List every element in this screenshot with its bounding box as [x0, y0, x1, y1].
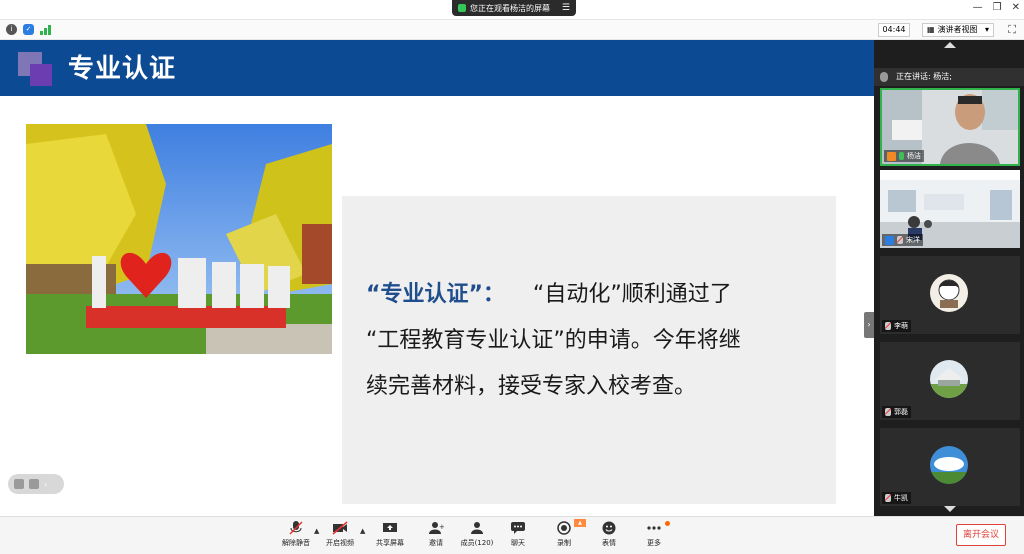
camera-off-icon: [332, 521, 348, 535]
participant-icon: [885, 235, 894, 245]
share-status-icon: [458, 4, 466, 12]
screen-share-indicator[interactable]: 您正在观看杨洁的屏幕 ☰: [452, 0, 576, 16]
quote-panel: “专业认证”： “自动化”顺利通过了 “工程教育专业认证”的申请。今年将继 续完…: [342, 196, 836, 504]
video-tile-host[interactable]: 杨洁: [880, 88, 1020, 166]
signal-icon[interactable]: [40, 24, 52, 35]
meeting-toolbar: 解除静音 ▲ 开启视频 ▲ 共享屏幕 + 邀请 成员(120) 聊天 录制 ▲ …: [0, 516, 1024, 554]
participant-name: 牛凯: [894, 494, 908, 502]
video-tile[interactable]: 宋洋: [880, 170, 1020, 248]
decor-square: [30, 64, 52, 86]
participant-label: 郭磊: [882, 406, 911, 418]
quote-line-2: “工程教育专业认证”的申请。今年将继: [366, 328, 741, 353]
panel-collapse-toggle[interactable]: ›: [864, 312, 874, 338]
slide-title: 专业认证: [68, 54, 177, 84]
leave-meeting-button[interactable]: 离开会议: [956, 524, 1006, 546]
microphone-icon: [880, 72, 888, 82]
notification-dot: [665, 521, 670, 526]
chat-icon: [510, 521, 526, 535]
active-speaker-label: 正在讲话: 杨洁;: [896, 72, 952, 81]
annotate-icon[interactable]: [14, 479, 24, 489]
share-screen-icon: [382, 521, 398, 535]
share-menu-icon[interactable]: ☰: [562, 3, 570, 13]
info-icon[interactable]: i: [6, 24, 17, 35]
chevron-left-icon[interactable]: ‹: [44, 480, 47, 489]
svg-text:+: +: [439, 523, 444, 531]
share-notice-text: 您正在观看杨洁的屏幕: [470, 3, 550, 13]
more-button[interactable]: 更多: [632, 521, 676, 553]
participant-label: 杨洁: [884, 150, 924, 162]
avatar-tile[interactable]: 李萌: [880, 256, 1020, 334]
participant-label: 李萌: [882, 320, 911, 332]
participant-name: 宋洋: [906, 236, 920, 244]
start-video-label: 开启视频: [326, 539, 354, 547]
invite-label: 邀请: [429, 539, 443, 547]
avatar: [930, 446, 968, 484]
avatar: [930, 274, 968, 312]
grid-icon: ▦: [927, 25, 935, 34]
avatar-tile[interactable]: 牛凯: [880, 428, 1020, 506]
quote-line-1: “自动化”顺利通过了: [532, 282, 732, 307]
chevron-down-icon: ▾: [984, 25, 989, 34]
quote-text: “专业认证”： “自动化”顺利通过了 “工程教育专业认证”的申请。今年将继 续完…: [366, 272, 816, 410]
reactions-button[interactable]: 表情: [587, 521, 631, 553]
window-controls: — ❐ ✕: [973, 2, 1020, 13]
active-speaker-bar: 正在讲话: 杨洁;: [874, 68, 1024, 86]
members-icon: [469, 521, 485, 535]
participants-panel: 正在讲话: 杨洁; 杨洁 宋洋 李萌 郭磊 牛凯: [874, 40, 1024, 516]
chat-label: 聊天: [511, 539, 525, 547]
participant-name: 李萌: [894, 322, 908, 330]
new-badge: ▲: [574, 519, 586, 527]
start-video-button[interactable]: 开启视频: [318, 521, 362, 553]
quote-line-3: 续完善材料，接受专家入校考查。: [366, 374, 697, 399]
slide-controls[interactable]: ‹: [8, 474, 64, 494]
avatar: [930, 360, 968, 398]
microphone-icon: [899, 152, 904, 160]
chat-button[interactable]: 聊天: [496, 521, 540, 553]
microphone-muted-icon: [885, 494, 891, 502]
invite-button[interactable]: + 邀请: [414, 521, 458, 553]
unmute-button[interactable]: 解除静音: [274, 521, 318, 553]
avatar-tile[interactable]: 郭磊: [880, 342, 1020, 420]
view-mode-label: 演讲者视图: [937, 25, 978, 34]
record-icon: [556, 521, 572, 535]
microphone-muted-icon: [885, 408, 891, 416]
members-label: 成员(120): [460, 539, 494, 547]
window-titlebar: 您正在观看杨洁的屏幕 ☰ — ❐ ✕: [0, 0, 1024, 20]
quote-highlight: “专业认证”：: [366, 282, 505, 307]
record-label: 录制: [557, 539, 571, 547]
microphone-muted-icon: [288, 521, 304, 535]
slide-header: 专业认证: [0, 40, 874, 96]
campus-photo: [26, 124, 332, 354]
restore-icon[interactable]: ❐: [993, 2, 1002, 13]
fullscreen-icon[interactable]: ⛶: [1008, 23, 1016, 37]
chat-bubble-icon[interactable]: [29, 479, 39, 489]
meeting-info-bar: i ✓ 04:44 ▦ 演讲者视图 ▾ ⛶: [0, 20, 1024, 40]
members-button[interactable]: 成员(120): [455, 521, 499, 553]
close-icon[interactable]: ✕: [1012, 2, 1020, 13]
microphone-muted-icon: [885, 322, 891, 330]
participant-label: 宋洋: [882, 234, 923, 246]
meeting-timer: 04:44: [878, 23, 910, 37]
view-mode-dropdown[interactable]: ▦ 演讲者视图 ▾: [922, 23, 994, 37]
host-icon: [887, 151, 896, 161]
reactions-label: 表情: [602, 539, 616, 547]
share-screen-label: 共享屏幕: [376, 539, 404, 547]
participant-name: 杨洁: [907, 152, 921, 160]
shared-screen: 专业认证 “专业认证”： “自动化”顺利通过了 “工程教育专业认证”的申请。今年…: [0, 40, 874, 516]
shield-icon[interactable]: ✓: [23, 24, 34, 35]
scroll-down-icon[interactable]: [944, 506, 956, 512]
share-screen-button[interactable]: 共享屏幕: [368, 521, 412, 553]
minimize-icon[interactable]: —: [973, 2, 983, 13]
microphone-muted-icon: [897, 236, 903, 244]
participant-label: 牛凯: [882, 492, 911, 504]
add-user-icon: +: [428, 521, 445, 535]
video-options-icon[interactable]: ▲: [360, 527, 365, 535]
scroll-up-icon[interactable]: [944, 42, 956, 48]
emoji-icon: [601, 521, 617, 535]
more-label: 更多: [647, 539, 661, 547]
unmute-label: 解除静音: [282, 539, 310, 547]
more-icon: [646, 521, 662, 535]
participant-name: 郭磊: [894, 408, 908, 416]
